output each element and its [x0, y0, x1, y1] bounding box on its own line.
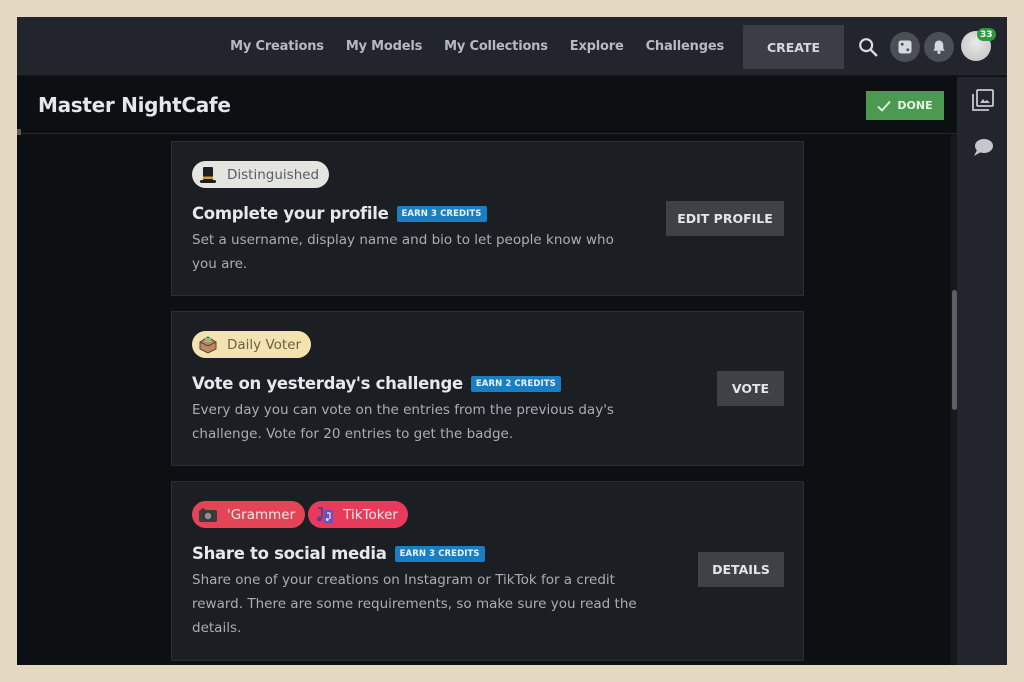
card-title-row: Vote on yesterday's challenge EARN 2 CRE…: [192, 374, 561, 393]
edit-profile-button[interactable]: EDIT PROFILE: [666, 201, 784, 236]
vote-button[interactable]: VOTE: [717, 371, 784, 406]
card-title-row: Share to social media EARN 3 CREDITS: [192, 544, 485, 563]
badge-grammer: 'Grammer: [192, 501, 306, 528]
badge-row: 'Grammer TikToker: [192, 501, 408, 528]
achievement-card-vote: Daily Voter Vote on yesterday's challeng…: [171, 311, 804, 466]
credits-badge: EARN 3 CREDITS: [394, 545, 485, 562]
checkmark-icon: [877, 100, 892, 112]
achievements-list: Distinguished Complete your profile EARN…: [17, 135, 951, 665]
app-window: My Creations My Models My Collections Ex…: [17, 17, 1007, 665]
nav-link-my-models[interactable]: My Models: [346, 39, 423, 54]
achievement-card-profile: Distinguished Complete your profile EARN…: [171, 141, 804, 296]
badge-label: TikToker: [343, 506, 398, 523]
card-title: Vote on yesterday's challenge: [192, 374, 463, 393]
badge-row: Daily Voter: [192, 331, 312, 358]
badge-label: Daily Voter: [227, 336, 302, 353]
camera-icon: [197, 504, 219, 526]
badge-daily-voter: Daily Voter: [192, 331, 312, 358]
card-description: Share one of your creations on Instagram…: [192, 572, 637, 636]
badge-tiktoker: TikToker: [308, 501, 408, 528]
card-description: Every day you can vote on the entries fr…: [192, 402, 614, 442]
details-button[interactable]: DETAILS: [698, 552, 784, 587]
nav-link-my-collections[interactable]: My Collections: [444, 39, 548, 54]
top-hat-icon: [197, 164, 219, 186]
ballot-box-icon: [197, 334, 219, 356]
credits-badge: EARN 2 CREDITS: [470, 375, 561, 392]
page-title: Master NightCafe: [38, 93, 231, 117]
achievement-card-social: 'Grammer TikToker Share to social media …: [171, 481, 804, 661]
page-header: Master NightCafe DONE: [17, 77, 957, 134]
nav-links: My Creations My Models My Collections Ex…: [208, 17, 724, 76]
badge-label: Distinguished: [227, 166, 320, 183]
card-title: Share to social media: [192, 544, 387, 563]
create-button[interactable]: CREATE: [743, 25, 844, 69]
card-description: Set a username, display name and bio to …: [192, 232, 614, 272]
top-nav: My Creations My Models My Collections Ex…: [17, 17, 1007, 76]
bell-icon: [933, 40, 945, 54]
gallery-icon[interactable]: [971, 88, 995, 112]
right-sidebar: [957, 77, 1007, 665]
nav-link-my-creations[interactable]: My Creations: [230, 39, 324, 54]
done-button[interactable]: DONE: [866, 91, 944, 120]
nav-link-explore[interactable]: Explore: [570, 39, 624, 54]
badge-distinguished: Distinguished: [192, 161, 330, 188]
dice-icon: [898, 40, 912, 54]
badge-label: 'Grammer: [227, 506, 296, 523]
nav-link-challenges[interactable]: Challenges: [646, 39, 725, 54]
done-label: DONE: [897, 99, 933, 112]
random-dice-button[interactable]: [890, 32, 920, 62]
search-icon[interactable]: [857, 36, 879, 58]
notifications-button[interactable]: [924, 32, 954, 62]
comment-icon[interactable]: [971, 136, 995, 160]
music-notes-icon: [313, 504, 335, 526]
card-title: Complete your profile: [192, 204, 389, 223]
badge-row: Distinguished: [192, 161, 330, 188]
notification-count-badge: 33: [977, 28, 996, 41]
credits-badge: EARN 3 CREDITS: [396, 205, 487, 222]
card-title-row: Complete your profile EARN 3 CREDITS: [192, 204, 487, 223]
